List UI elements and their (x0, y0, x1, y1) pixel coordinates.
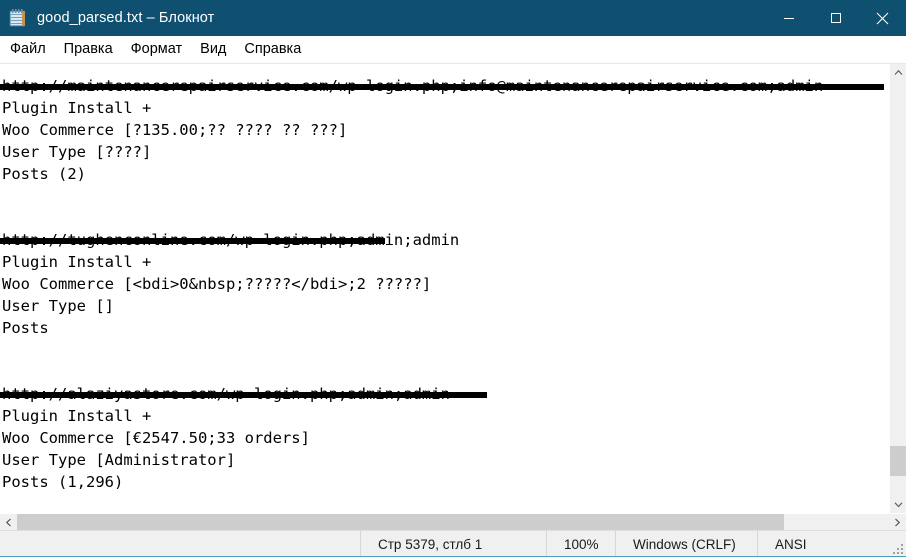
close-button[interactable] (859, 0, 906, 36)
resize-grip-icon[interactable] (891, 542, 903, 554)
status-cursor-position: Стр 5379, стлб 1 (360, 530, 546, 557)
text-line (2, 185, 889, 207)
menu-item-format[interactable]: Формат (122, 38, 192, 61)
menu-bar: Файл Правка Формат Вид Справка (0, 36, 906, 63)
status-bar: Стр 5379, стлб 1 100% Windows (CRLF) ANS… (0, 530, 906, 557)
text-line: Posts (2) (2, 165, 86, 183)
editor-area: http://maintenancerepairservice.com/wp-l… (0, 63, 906, 530)
status-line-ending: Windows (CRLF) (615, 530, 757, 557)
minimize-icon (783, 18, 794, 19)
window-title: good_parsed.txt – Блокнот (37, 10, 215, 26)
maximize-icon (830, 13, 841, 23)
minimize-button[interactable] (765, 0, 812, 36)
text-editor[interactable]: http://maintenancerepairservice.com/wp-l… (0, 64, 889, 513)
vertical-scroll-thumb[interactable] (890, 446, 906, 477)
close-icon (876, 12, 889, 24)
menu-item-help[interactable]: Справка (235, 38, 310, 61)
scroll-left-button[interactable] (0, 514, 17, 530)
scroll-up-button[interactable] (890, 64, 906, 81)
text-line: User Type [] (2, 297, 114, 315)
text-line: Posts (1,296) (2, 473, 124, 491)
scroll-right-button[interactable] (889, 514, 906, 530)
window-controls (765, 0, 906, 36)
text-line: Plugin Install + (2, 99, 152, 117)
title-bar[interactable]: good_parsed.txt – Блокнот (0, 0, 906, 36)
chevron-down-icon (894, 502, 902, 508)
vertical-scroll-track[interactable] (890, 81, 906, 496)
status-zoom-level: 100% (546, 530, 615, 557)
document-text: http://maintenancerepairservice.com/wp-l… (0, 75, 889, 493)
text-line: http://alaziyastore.com/wp-login.php;adm… (0, 383, 889, 405)
horizontal-scroll-track[interactable] (17, 514, 889, 530)
menu-item-view[interactable]: Вид (191, 38, 235, 61)
maximize-button[interactable] (812, 0, 859, 36)
editor-row: http://maintenancerepairservice.com/wp-l… (0, 64, 906, 513)
chevron-up-icon (894, 69, 902, 75)
text-line: Posts (2, 319, 49, 337)
menu-item-edit[interactable]: Правка (55, 38, 122, 61)
text-line: Woo Commerce [?135.00;?? ???? ?? ???] (2, 121, 348, 139)
text-line: User Type [????] (2, 143, 152, 161)
text-line (2, 361, 889, 383)
text-line: Woo Commerce [<bdi>0&nbsp;?????</bdi>;2 … (2, 275, 432, 293)
menu-item-file[interactable]: Файл (1, 38, 55, 61)
text-line: Woo Commerce [€2547.50;33 orders] (2, 429, 310, 447)
text-line (2, 207, 889, 229)
text-line: Plugin Install + (2, 407, 152, 425)
text-line: User Type [Administrator] (2, 451, 236, 469)
text-line: Plugin Install + (2, 253, 152, 271)
text-line: http://tughenconline.com/wp-login.php;ad… (0, 229, 889, 251)
vertical-scrollbar[interactable] (889, 64, 906, 513)
chevron-right-icon (895, 518, 901, 526)
text-line (2, 339, 889, 361)
horizontal-scrollbar[interactable] (0, 513, 906, 530)
text-line: http://maintenancerepairservice.com/wp-l… (0, 75, 889, 97)
notepad-icon (8, 8, 28, 28)
status-encoding: ANSI (757, 530, 906, 557)
notepad-window: good_parsed.txt – Блокнот Файл Правка Фо… (0, 0, 906, 557)
scroll-down-button[interactable] (890, 496, 906, 513)
chevron-left-icon (5, 518, 11, 526)
horizontal-scroll-thumb[interactable] (17, 514, 785, 530)
